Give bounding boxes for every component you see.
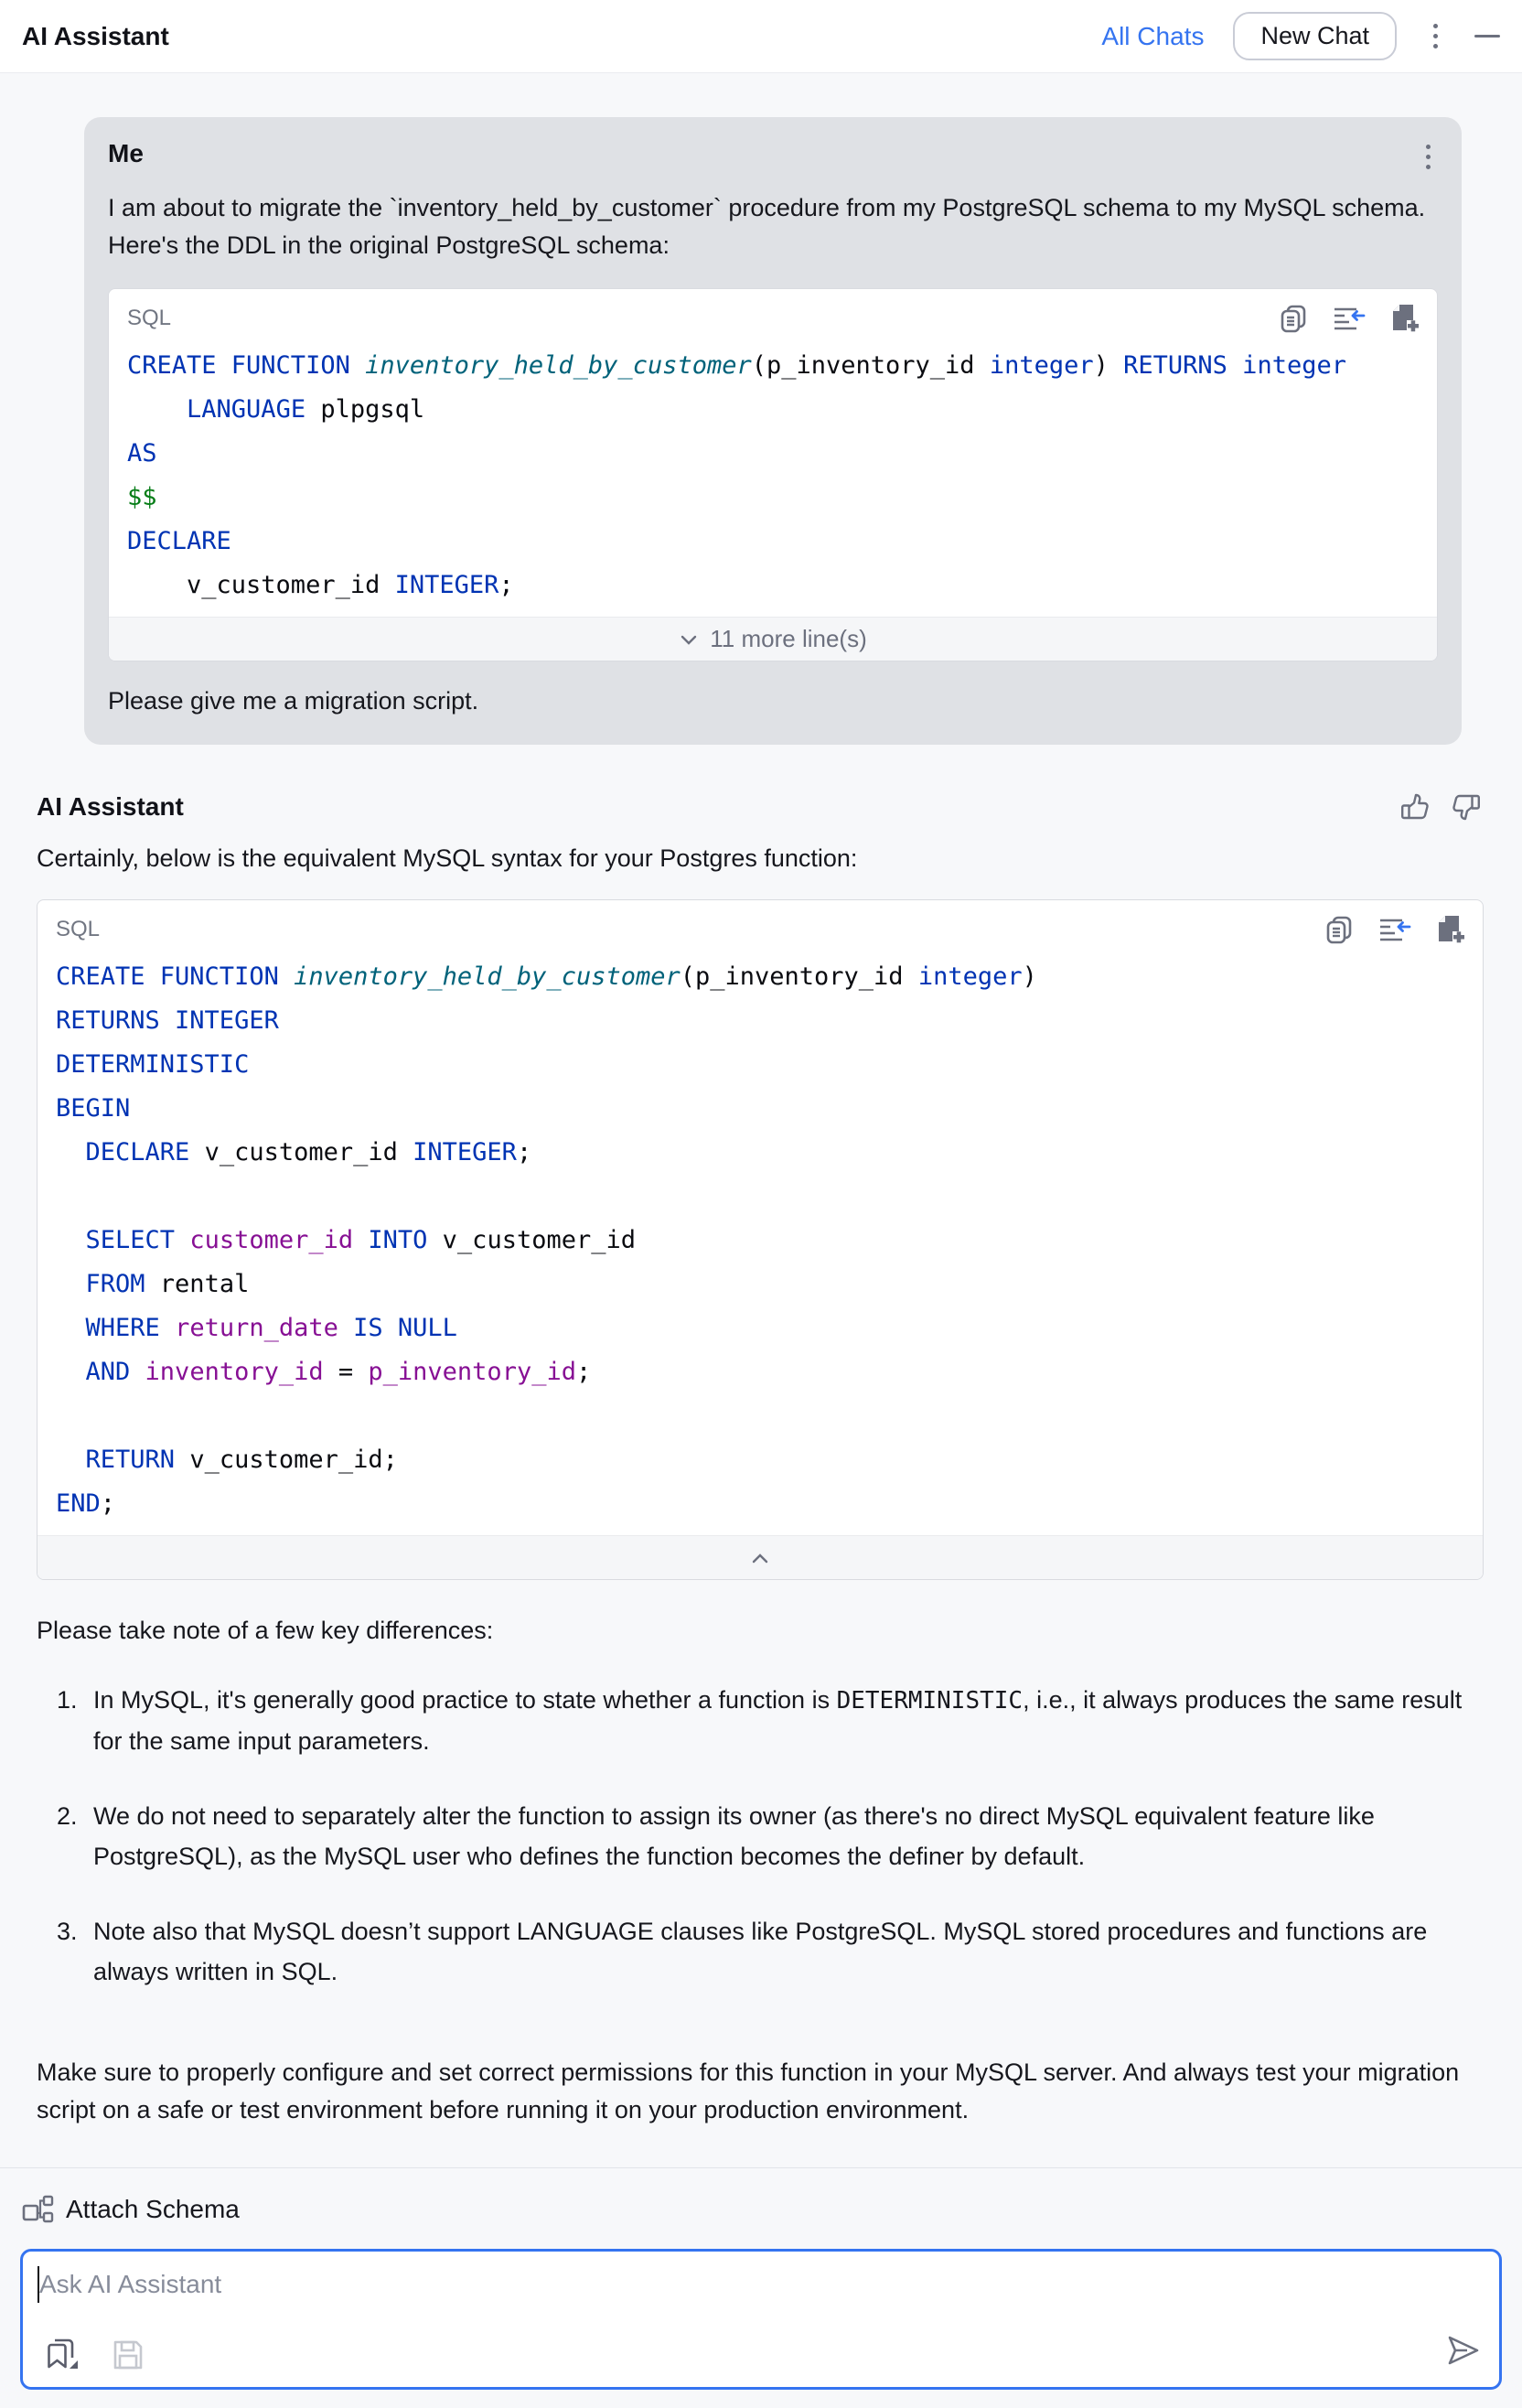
insert-at-caret-icon[interactable] bbox=[1331, 303, 1366, 334]
note-item: 2.We do not need to separately alter the… bbox=[37, 1796, 1484, 1876]
header-options-icon[interactable] bbox=[1426, 18, 1445, 54]
notes-intro-text: Please take note of a few key difference… bbox=[37, 1617, 1484, 1645]
copy-icon[interactable] bbox=[1324, 914, 1355, 945]
user-message-text: I am about to migrate the `inventory_hel… bbox=[108, 189, 1438, 264]
user-author-label: Me bbox=[108, 139, 144, 168]
code-content: CREATE FUNCTION inventory_held_by_custom… bbox=[38, 948, 1483, 1535]
tool-window-header: AI Assistant All Chats New Chat bbox=[0, 0, 1522, 73]
chevron-up-icon bbox=[750, 1552, 770, 1564]
assistant-code-block: SQL CREATE FUNCTION inventory_held_by_cu… bbox=[37, 899, 1484, 1580]
user-outro-text: Please give me a migration script. bbox=[108, 687, 1438, 715]
user-message-card: Me I am about to migrate the `inventory_… bbox=[84, 117, 1462, 745]
assistant-message: AI Assistant Certainly, below is the equ… bbox=[37, 790, 1484, 2129]
copy-icon[interactable] bbox=[1278, 303, 1309, 334]
code-content: CREATE FUNCTION inventory_held_by_custom… bbox=[109, 337, 1437, 617]
new-file-icon[interactable] bbox=[1433, 913, 1464, 946]
chat-scroll-area: Me I am about to migrate the `inventory_… bbox=[0, 117, 1522, 2236]
all-chats-link[interactable]: All Chats bbox=[1101, 22, 1204, 51]
code-language-label: SQL bbox=[127, 306, 171, 331]
note-item: 1.In MySQL, it's generally good practice… bbox=[37, 1680, 1484, 1761]
code-language-label: SQL bbox=[56, 917, 100, 942]
user-code-block: SQL CREATE FUNCTION inventory_held_by_cu… bbox=[108, 288, 1438, 661]
assistant-intro-text: Certainly, below is the equivalent MySQL… bbox=[37, 840, 1484, 877]
notes-list: 1.In MySQL, it's generally good practice… bbox=[37, 1680, 1484, 1992]
expand-more-lines[interactable]: 11 more line(s) bbox=[109, 617, 1437, 661]
insert-at-caret-icon[interactable] bbox=[1377, 914, 1411, 945]
page-title: AI Assistant bbox=[22, 22, 169, 51]
attach-schema-label: Attach Schema bbox=[66, 2195, 240, 2224]
collapse-code-button[interactable] bbox=[38, 1535, 1483, 1579]
closing-text: Make sure to properly configure and set … bbox=[37, 2054, 1484, 2129]
send-icon[interactable] bbox=[1441, 2329, 1483, 2376]
thumbs-down-icon[interactable] bbox=[1451, 790, 1484, 823]
attach-schema-button[interactable]: Attach Schema bbox=[20, 2192, 1502, 2227]
new-file-icon[interactable] bbox=[1388, 302, 1419, 335]
assistant-author-label: AI Assistant bbox=[37, 792, 184, 822]
more-lines-label: 11 more line(s) bbox=[710, 625, 866, 653]
save-icon[interactable] bbox=[109, 2336, 147, 2374]
thumbs-up-icon[interactable] bbox=[1398, 790, 1431, 823]
composer-panel: Attach Schema Ask AI Assistant bbox=[0, 2167, 1522, 2408]
note-item: 3.Note also that MySQL doesn’t support L… bbox=[37, 1911, 1484, 1992]
input-placeholder: Ask AI Assistant bbox=[39, 2270, 221, 2299]
minimize-icon[interactable] bbox=[1474, 35, 1500, 38]
message-options-icon[interactable] bbox=[1419, 139, 1438, 175]
chevron-down-icon bbox=[679, 633, 699, 646]
prompt-library-icon[interactable] bbox=[41, 2332, 83, 2374]
schema-icon bbox=[20, 2192, 55, 2227]
new-chat-button[interactable]: New Chat bbox=[1233, 12, 1397, 60]
ask-input[interactable]: Ask AI Assistant bbox=[20, 2249, 1502, 2390]
